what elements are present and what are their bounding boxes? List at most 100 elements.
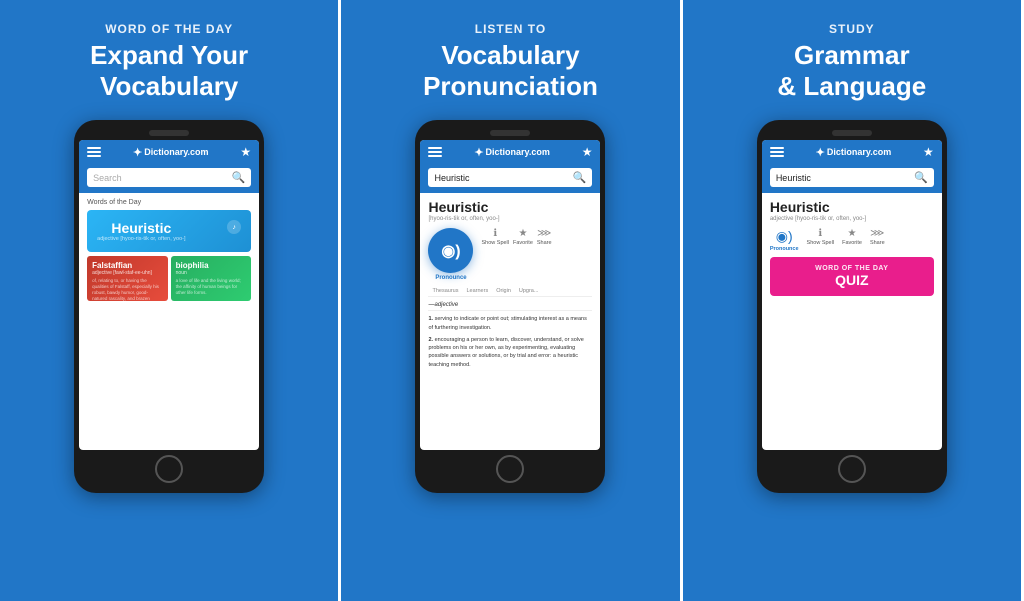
tab-learners[interactable]: Learners [462,286,492,296]
phone-home-btn-2[interactable] [496,455,524,483]
share-label-3: Share [870,240,885,246]
search-icon-3: 🔍 [914,171,928,184]
phone-1: ✦ Dictionary.com ★ Search 🔍 Words of the… [74,120,264,493]
show-spell-btn-3[interactable]: ℹ Show Spell [807,228,835,246]
phone-screen-3: ✦ Dictionary.com ★ Heuristic 🔍 Heuristic… [762,140,942,450]
wotd-grid-item-1[interactable]: biophilia noun a love of life and the li… [171,256,252,301]
panel1-subtitle: WORD OF THE DAY [105,22,233,36]
wotd-featured-word: Heuristic [97,220,185,236]
hamburger-icon-3[interactable] [770,147,784,157]
star-icon-3[interactable]: ★ [923,145,934,159]
sound-wave-icon: ◉) [441,241,460,261]
share-icon-3: ⋙ [870,228,884,239]
phone-2: ✦ Dictionary.com ★ Heuristic 🔍 Heuristic… [415,120,605,493]
search-placeholder-1: Search [93,173,231,183]
panel2-subtitle: LISTEN TO [475,22,546,36]
phone-screen-1: ✦ Dictionary.com ★ Search 🔍 Words of the… [79,140,259,450]
show-spell-label-3: Show Spell [807,240,835,246]
search-container-1[interactable]: Search 🔍 [87,168,251,187]
wotd-label: Words of the Day [87,199,251,206]
logo-2: ✦ Dictionary.com [474,146,550,159]
pronounce-label-2: Pronounce [428,275,473,281]
phone-notch-1 [149,130,189,136]
grid-pos-1: noun [176,270,247,276]
dict-word-3: Heuristic [770,199,934,215]
search-bar-1: Search 🔍 [79,164,259,193]
share-icon: ⋙ [537,228,551,239]
share-label: Share [537,240,552,246]
pronounce-btn-3[interactable]: ◉) Pronounce [770,228,799,252]
panel-pronunciation: LISTEN TO VocabularyPronunciation ✦ Dict… [341,0,682,601]
share-btn[interactable]: ⋙ Share [537,228,552,246]
wotd-section: Words of the Day Heuristic adjective [hy… [79,193,259,307]
grid-word-0: Falstaffian [92,261,163,270]
star-icon-2[interactable]: ★ [582,145,593,159]
quiz-label: WORD OF THE DAY [778,265,926,272]
app-header-2: ✦ Dictionary.com ★ [420,140,600,164]
hamburger-icon-2[interactable] [428,147,442,157]
quiz-title: QUIZ [778,272,926,288]
dict-pron-3: adjective [hyoo-ris-tik or, often, yoo-] [770,216,934,222]
sound-icon-3: ◉) [776,228,793,244]
search-icon-1: 🔍 [231,171,245,184]
tab-upgrade[interactable]: Upgra... [515,286,543,296]
wotd-featured-card[interactable]: Heuristic adjective [hyoo-ris-tik or, of… [87,210,251,252]
logo-wing-1: ✦ [133,146,142,159]
grid-pos-0: adjective [fawl-staf-ee-uhn] [92,270,163,276]
panel3-subtitle: STUDY [829,22,875,36]
phone-home-btn-3[interactable] [838,455,866,483]
wotd-audio-btn[interactable]: ♪ [227,220,241,234]
favorite-label-3: Favorite [842,240,862,246]
search-value-2: Heuristic [434,173,572,183]
show-spell-btn[interactable]: ℹ Show Spell [481,228,509,246]
app-header-1: ✦ Dictionary.com ★ [79,140,259,164]
search-container-3[interactable]: Heuristic 🔍 [770,168,934,187]
dict-section-label: —adjective [428,302,592,311]
panel2-title: VocabularyPronunciation [423,40,598,102]
grid-desc-1: a love of life and the living world; the… [176,278,247,296]
wotd-grid: Falstaffian adjective [fawl-staf-ee-uhn]… [87,256,251,301]
share-btn-3[interactable]: ⋙ Share [870,228,885,246]
phone-screen-2: ✦ Dictionary.com ★ Heuristic 🔍 Heuristic… [420,140,600,450]
dict-word-2: Heuristic [428,199,592,215]
favorite-label: Favorite [513,240,533,246]
search-container-2[interactable]: Heuristic 🔍 [428,168,592,187]
action-buttons-2: ℹ Show Spell ★ Favorite ⋙ Share [481,228,551,246]
panel3-title: Grammar& Language [777,40,926,102]
search-bar-2: Heuristic 🔍 [420,164,600,193]
phone-notch-2 [490,130,530,136]
phone-home-btn-1[interactable] [155,455,183,483]
pronounce-circle[interactable]: ◉) [428,228,473,273]
star-icon-1[interactable]: ★ [240,145,251,159]
tab-origin[interactable]: Origin [492,286,515,296]
grid-word-1: biophilia [176,261,247,270]
dict-def-2: 2. encouraging a person to learn, discov… [428,336,592,369]
show-spell-icon: ℹ [493,228,497,239]
wotd-featured-pos: adjective [hyoo-ris-tik or, often, yoo-] [97,236,185,242]
logo-wing-2: ✦ [474,146,483,159]
phone-notch-3 [832,130,872,136]
grid-desc-0: of, relating to, or having the qualities… [92,278,163,301]
logo-wing-3: ✦ [816,146,825,159]
hamburger-icon-1[interactable] [87,147,101,157]
dict-content-3: Heuristic adjective [hyoo-ris-tik or, of… [762,193,942,302]
favorite-btn[interactable]: ★ Favorite [513,228,533,246]
search-bar-3: Heuristic 🔍 [762,164,942,193]
panel1-title: Expand YourVocabulary [90,40,248,102]
favorite-icon-3: ★ [848,228,857,239]
logo-3: ✦ Dictionary.com [816,146,892,159]
dict-pron-2: [hyoo-ris-tik or, often, yoo-] [428,216,592,222]
wotd-grid-item-0[interactable]: Falstaffian adjective [fawl-staf-ee-uhn]… [87,256,168,301]
app-header-3: ✦ Dictionary.com ★ [762,140,942,164]
favorite-btn-3[interactable]: ★ Favorite [842,228,862,246]
pronounce-btn-wrapper[interactable]: ◉) Pronounce [428,228,473,281]
tab-thesaurus[interactable]: Thesaurus [428,286,462,296]
logo-1: ✦ Dictionary.com [133,146,209,159]
dict-content-2: Heuristic [hyoo-ris-tik or, often, yoo-]… [420,193,600,379]
dict-def-1: 1. serving to indicate or point out; sti… [428,315,592,332]
quiz-card[interactable]: WORD OF THE DAY QUIZ [770,257,934,296]
search-value-3: Heuristic [776,173,914,183]
action-buttons-row-3: ◉) Pronounce ℹ Show Spell ★ Favorite ⋙ S… [770,228,934,252]
panel-word-of-day: WORD OF THE DAY Expand YourVocabulary ✦ … [0,0,341,601]
favorite-icon: ★ [518,228,527,239]
